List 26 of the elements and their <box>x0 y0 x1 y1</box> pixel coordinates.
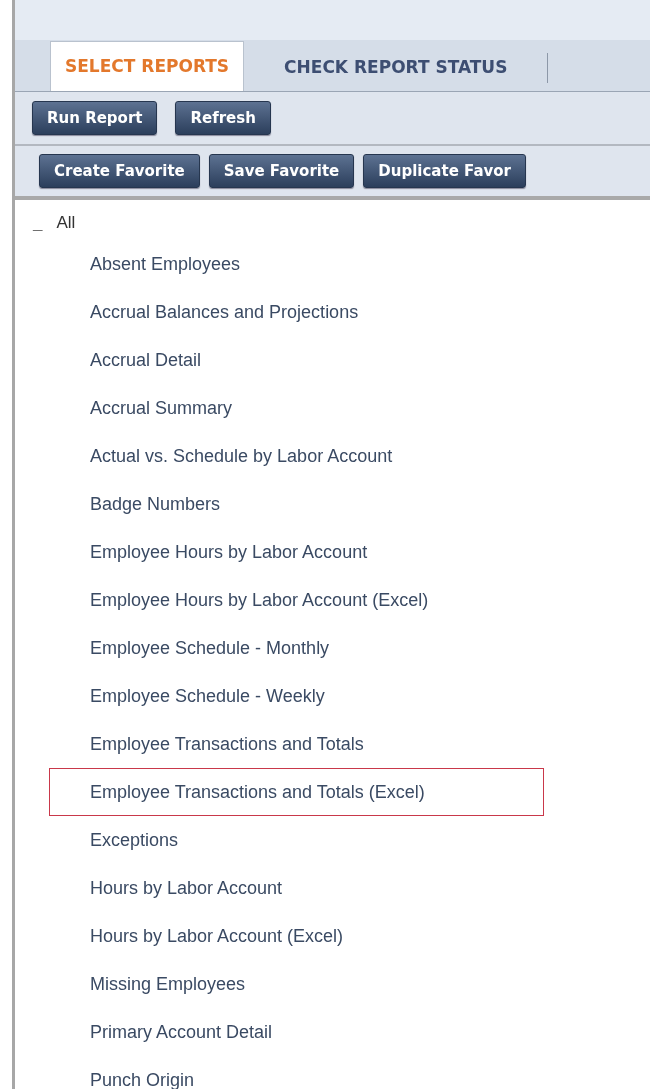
report-item[interactable]: Accrual Detail <box>90 346 202 374</box>
report-item[interactable]: Employee Hours by Labor Account (Excel) <box>90 586 429 614</box>
report-item[interactable]: Badge Numbers <box>90 490 221 518</box>
report-item[interactable]: Punch Origin <box>90 1066 195 1089</box>
toolbar-button[interactable]: Run Report <box>32 101 158 135</box>
report-item[interactable]: Actual vs. Schedule by Labor Account <box>90 442 393 470</box>
report-item[interactable]: Employee Hours by Labor Account <box>90 538 368 566</box>
tab[interactable]: CHECK REPORT STATUS <box>244 53 549 83</box>
report-item[interactable]: Accrual Balances and Projections <box>90 298 359 326</box>
toolbar-button[interactable]: Duplicate Favor <box>363 154 526 188</box>
report-item[interactable]: Employee Transactions and Totals (Excel) <box>90 778 425 806</box>
tree-item[interactable]: All <box>56 210 76 236</box>
report-item[interactable]: Primary Account Detail <box>90 1018 273 1046</box>
report-item[interactable]: Hours by Labor Account <box>90 874 283 902</box>
report-item[interactable]: Employee Transactions and Totals <box>90 730 364 758</box>
report-item[interactable]: Missing Employees <box>90 970 246 998</box>
report-item[interactable]: Hours by Labor Account (Excel) <box>90 922 344 950</box>
report-item[interactable]: Accrual Summary <box>90 394 233 422</box>
report-item[interactable]: Employee Schedule - Monthly <box>90 634 330 662</box>
report-item[interactable]: Employee Schedule - Weekly <box>90 682 325 710</box>
report-item[interactable]: Absent Employees <box>90 250 241 278</box>
toolbar-button[interactable]: Refresh <box>175 101 271 135</box>
toolbar-button[interactable]: Create Favorite <box>39 154 200 188</box>
report-item[interactable]: Exceptions <box>90 826 179 854</box>
toolbar-button[interactable]: Save Favorite <box>208 154 355 188</box>
collapse-toggle[interactable]: _ <box>33 214 43 232</box>
